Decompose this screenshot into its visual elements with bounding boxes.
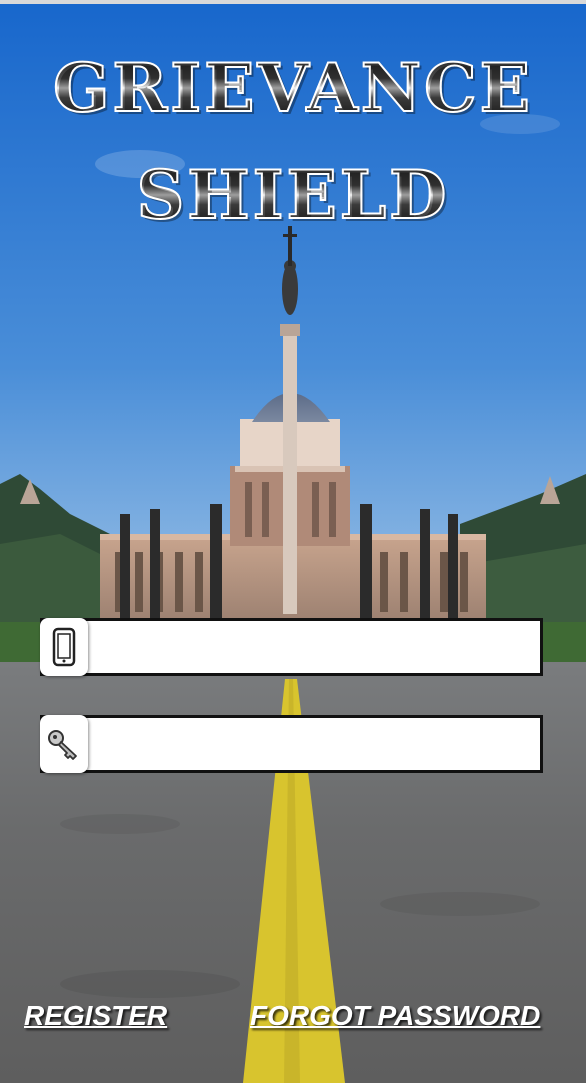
phone-field[interactable] — [40, 618, 543, 676]
phone-field-icon-box — [40, 618, 88, 676]
password-field[interactable] — [40, 715, 543, 773]
mobile-phone-icon — [52, 627, 76, 667]
app-title-line-1: GRIEVANCE — [0, 48, 586, 128]
register-link[interactable]: REGISTER — [24, 1000, 167, 1032]
password-field-icon-box — [40, 715, 88, 773]
key-icon — [48, 730, 77, 760]
phone-input[interactable] — [95, 621, 539, 675]
password-input[interactable] — [95, 718, 539, 772]
app-title-line-2: SHIELD — [0, 155, 586, 235]
login-screen: GRIEVANCE SHIELD REGISTER FORGOT PASSWOR… — [0, 0, 586, 1083]
forgot-password-link[interactable]: FORGOT PASSWORD — [250, 1000, 540, 1032]
